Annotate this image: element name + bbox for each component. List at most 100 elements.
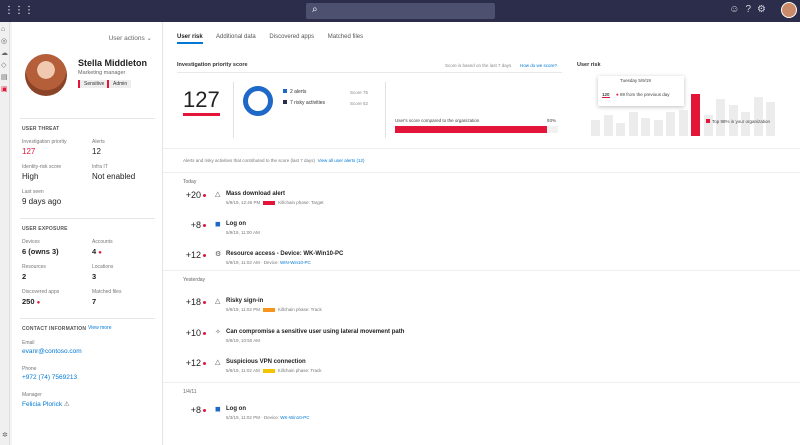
risk-bar[interactable] [603,115,613,136]
resource-icon: ⚙ [215,251,222,258]
activity-time: 5/9/19, 12:46 PM [226,200,261,205]
label-infra-it: Infra IT [92,164,108,170]
account-avatar[interactable] [781,2,797,18]
label-devices: Devices [22,239,40,245]
risk-bar[interactable] [666,112,675,136]
activity-title[interactable]: Resource access - Device: WK-Win10-PC [226,251,343,257]
risk-bar[interactable] [628,112,638,136]
chevron-down-icon: ⌄ [146,35,152,42]
tab-additional-data[interactable]: Additional data [216,34,256,40]
email-link[interactable]: evanr@contoso.com [22,348,82,355]
timeline-day-header: Yesterday [183,277,205,283]
value-alerts: 12 [92,147,101,156]
value-resources[interactable]: 2 [22,272,26,281]
how-we-score-link[interactable]: How do we score? [520,63,557,68]
risk-bar[interactable] [753,96,763,136]
activity-meta: 5/8/19, 11:02 AM Killchain phase: Track [226,368,321,373]
value-last-seen: 9 days ago [22,197,62,206]
value-devices[interactable]: 6 (owns 3) [22,247,59,256]
activity-title[interactable]: Mass download alert [226,191,285,197]
tag-admin: Admin [107,80,132,88]
device-link[interactable]: WK-Win10-PC [280,415,309,420]
section-user-exposure: USER EXPOSURE [22,226,68,232]
risk-bar[interactable] [616,122,625,136]
label-identity-risk: Identity-risk score [22,164,62,170]
score-points: +12 [185,358,201,368]
value-matched-files[interactable]: 7 [92,297,96,306]
shield-icon[interactable]: ◇ [1,61,9,69]
device-label: · Device: [259,260,280,265]
activity-title[interactable]: Log on [226,406,246,412]
tab-discovered-apps[interactable]: Discovered apps [269,34,314,40]
tab-user-risk[interactable]: User risk [177,34,203,44]
activity-time: 5/9/19, 11:02 AM [226,260,260,265]
value-accounts[interactable]: 4 ● [92,247,102,256]
section-user-threat: USER THREAT [22,126,60,132]
legend-activities: 7 risky activities [283,100,325,106]
activity-title[interactable]: Risky sign-in [226,298,263,304]
users-icon[interactable]: ◎ [1,37,9,45]
section-contact-information: CONTACT INFORMATION [22,326,87,332]
view-all-alerts-link[interactable]: View all user alerts (12) [318,158,365,163]
search-input[interactable]: ⌕ [306,3,495,19]
label-matched-files: Matched files [92,289,122,295]
app-launcher-icon[interactable]: ⋮⋮⋮ [4,5,34,16]
label-email: Email [22,340,35,346]
risk-bar[interactable] [678,109,688,136]
activity-meta: 5/9/19, 12:46 PM Killchain phase: Target [226,200,323,205]
user-actions-menu[interactable]: User actions ⌄ [109,34,152,42]
activity-title[interactable]: Suspicious VPN connection [226,359,306,365]
label-last-seen: Last seen [22,189,44,195]
risk-bar[interactable] [716,99,725,136]
risk-bar[interactable] [691,94,700,136]
section-divider [163,270,800,271]
bell-icon: △ [215,359,221,366]
label-resources: Resources [22,264,46,270]
activity-meta: 5/9/19, 11:02 AM · Device: WIN-Win10-PC [226,260,311,265]
manager-link[interactable]: Felicia Plorick ⚠ [22,400,70,408]
risk-bar[interactable] [591,120,600,136]
value-locations[interactable]: 3 [92,272,96,281]
timeline-dot [203,301,206,304]
score-underline [183,113,220,116]
score-points: +8 [190,405,201,415]
label-discovered-apps: Discovered apps [22,289,60,295]
logon-icon: ◼ [215,221,221,228]
user-name: Stella Middleton [78,58,148,68]
activity-time: 5/8/19, 11:02 AM [226,368,260,373]
left-nav: ⌂ ◎ ☁ ◇ ▤ ▣ ✲ [0,22,10,445]
alerts-icon[interactable]: ▣ [1,85,9,93]
timeline-day-header: 1/4/11 [183,389,197,395]
device-link[interactable]: WIN-Win10-PC [280,260,311,265]
tab-matched-files[interactable]: Matched files [328,34,363,40]
activity-title[interactable]: Log on [226,221,246,227]
chart-icon[interactable]: ▤ [1,73,9,81]
gear-icon[interactable]: ⚙ [757,4,772,15]
home-icon[interactable]: ⌂ [1,26,9,33]
activity-meta: 5/9/19, 11:00 AM [226,230,260,235]
timeline-dot [203,194,206,197]
value-investigation-priority: 127 [22,147,36,156]
risk-tooltip: Tuesday 5/9/19 120 ● 89 from the previou… [598,76,684,106]
risk-legend: Top 98% in your organization [706,119,770,124]
timeline-header: Alerts and risky activities that contrib… [183,158,365,163]
activity-time: 5/3/19, 11:02 PM [226,415,260,420]
smiley-icon[interactable]: ☺ [729,4,745,15]
activity-meta: 5/8/19, 10:50 AM [226,338,260,343]
help-icon[interactable]: ? [745,4,757,15]
device-label: · Device: [259,415,281,420]
phone-link[interactable]: +972 (74) 7569213 [22,374,77,381]
activity-title[interactable]: Can compromise a sensitive user using la… [226,329,404,335]
score-points: +18 [185,297,201,307]
cloud-icon[interactable]: ☁ [1,49,9,57]
risk-bar[interactable] [653,120,663,136]
killchain-label: Killchain phase: Track [277,307,322,312]
priority-title: Investigation priority score [177,62,248,68]
activity-meta: 5/3/19, 11:02 PM · Device: WK-Win10-PC [226,415,309,420]
bell-icon: △ [215,191,221,198]
settings-icon[interactable]: ✲ [2,431,8,439]
view-more-link[interactable]: View more [88,325,112,331]
risk-bar[interactable] [641,117,650,136]
risk-bar[interactable] [741,112,750,136]
value-discovered-apps[interactable]: 250 ● [22,297,40,306]
